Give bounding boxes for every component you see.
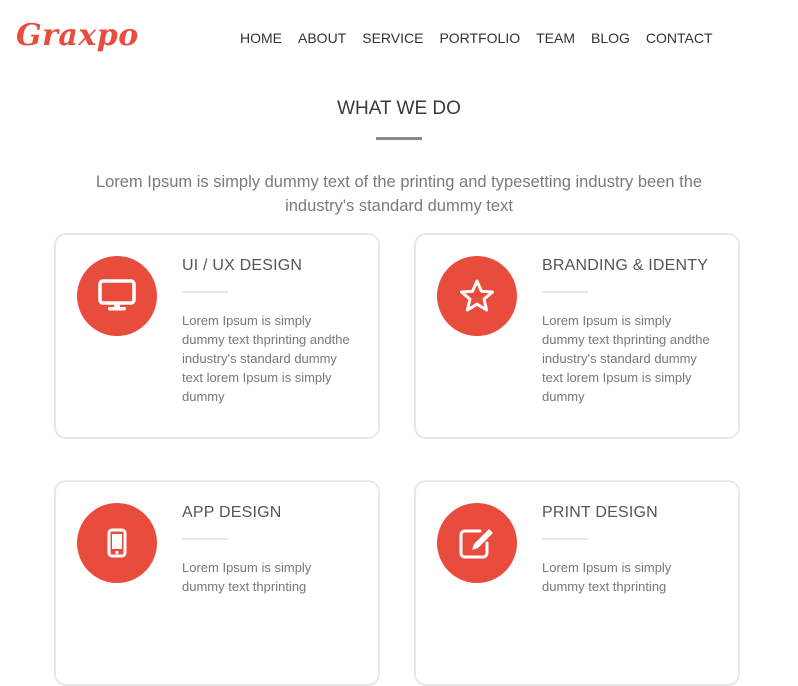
section-title: WHAT WE DO bbox=[337, 98, 461, 119]
service-title: BRANDING & IDENTY bbox=[542, 257, 709, 274]
service-card-branding: BRANDING & IDENTY Lorem Ipsum is simply … bbox=[414, 233, 740, 439]
title-divider bbox=[376, 137, 422, 140]
service-text: Lorem Ipsum is simply dummy text thprint… bbox=[542, 560, 672, 594]
nav-home[interactable]: HOME bbox=[240, 29, 282, 47]
service-divider bbox=[542, 538, 588, 540]
edit-icon bbox=[437, 503, 517, 583]
nav-service[interactable]: SERVICE bbox=[362, 29, 423, 47]
nav-portfolio[interactable]: PORTFOLIO bbox=[439, 29, 520, 47]
service-text: Lorem Ipsum is simply dummy text thprint… bbox=[542, 313, 710, 404]
service-card-ui-ux: UI / UX DESIGN Lorem Ipsum is simply dum… bbox=[54, 233, 380, 439]
service-card-print: PRINT DESIGN Lorem Ipsum is simply dummy… bbox=[414, 480, 740, 686]
service-divider bbox=[182, 538, 228, 540]
nav-contact[interactable]: CONTACT bbox=[646, 29, 713, 47]
service-text: Lorem Ipsum is simply dummy text thprint… bbox=[182, 313, 350, 404]
service-card-app: APP DESIGN Lorem Ipsum is simply dummy t… bbox=[54, 480, 380, 686]
service-text: Lorem Ipsum is simply dummy text thprint… bbox=[182, 560, 312, 594]
service-title: APP DESIGN bbox=[182, 504, 282, 521]
star-icon bbox=[437, 256, 517, 336]
service-divider bbox=[182, 291, 228, 293]
monitor-icon bbox=[77, 256, 157, 336]
service-title: PRINT DESIGN bbox=[542, 504, 658, 521]
nav-team[interactable]: TEAM bbox=[536, 29, 575, 47]
nav-blog[interactable]: BLOG bbox=[591, 29, 630, 47]
section-intro: Lorem Ipsum is simply dummy text of the … bbox=[95, 173, 703, 215]
service-title: UI / UX DESIGN bbox=[182, 257, 303, 274]
main-nav: HOME ABOUT SERVICE PORTFOLIO TEAM BLOG C… bbox=[240, 29, 713, 47]
mobile-icon bbox=[77, 503, 157, 583]
nav-about[interactable]: ABOUT bbox=[298, 29, 346, 47]
brand-logo[interactable]: Graxpo bbox=[16, 18, 139, 53]
service-divider bbox=[542, 291, 588, 293]
